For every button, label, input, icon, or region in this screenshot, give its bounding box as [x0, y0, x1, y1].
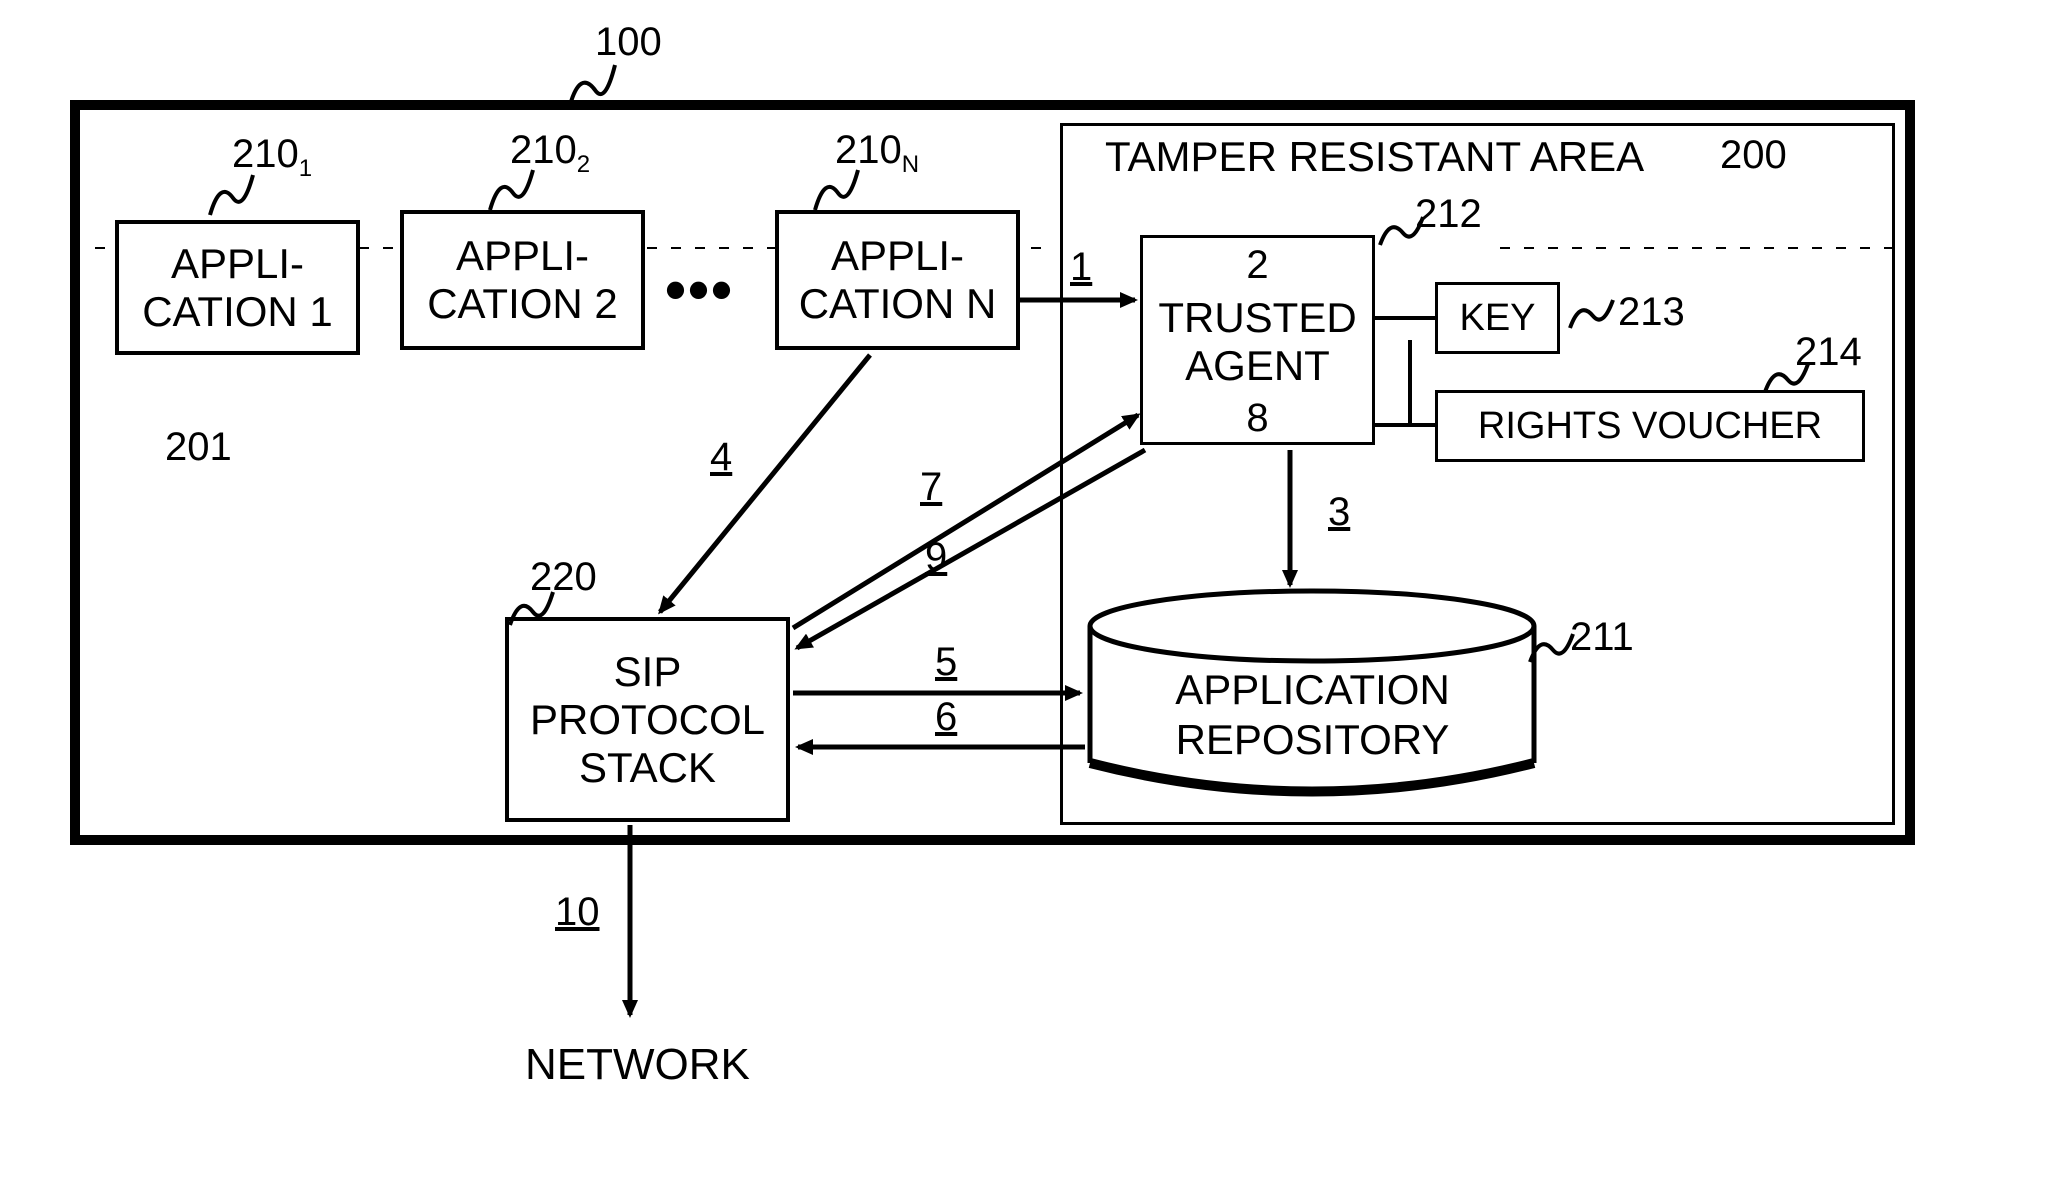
network-label: NETWORK — [525, 1040, 750, 1090]
edge-label-5: 5 — [935, 640, 957, 685]
edge-label-4: 4 — [710, 435, 732, 480]
edge-label-10: 10 — [555, 890, 600, 935]
diagram-arrows — [0, 0, 2058, 1181]
edge-label-7: 7 — [920, 465, 942, 510]
edge-label-6: 6 — [935, 695, 957, 740]
edge-label-9: 9 — [925, 535, 947, 580]
edge-label-1: 1 — [1070, 245, 1092, 290]
edge-label-3: 3 — [1328, 490, 1350, 535]
diagram-canvas: 100 APPLI- CATION 1 2101 APPLI- CATION 2… — [0, 0, 2058, 1181]
